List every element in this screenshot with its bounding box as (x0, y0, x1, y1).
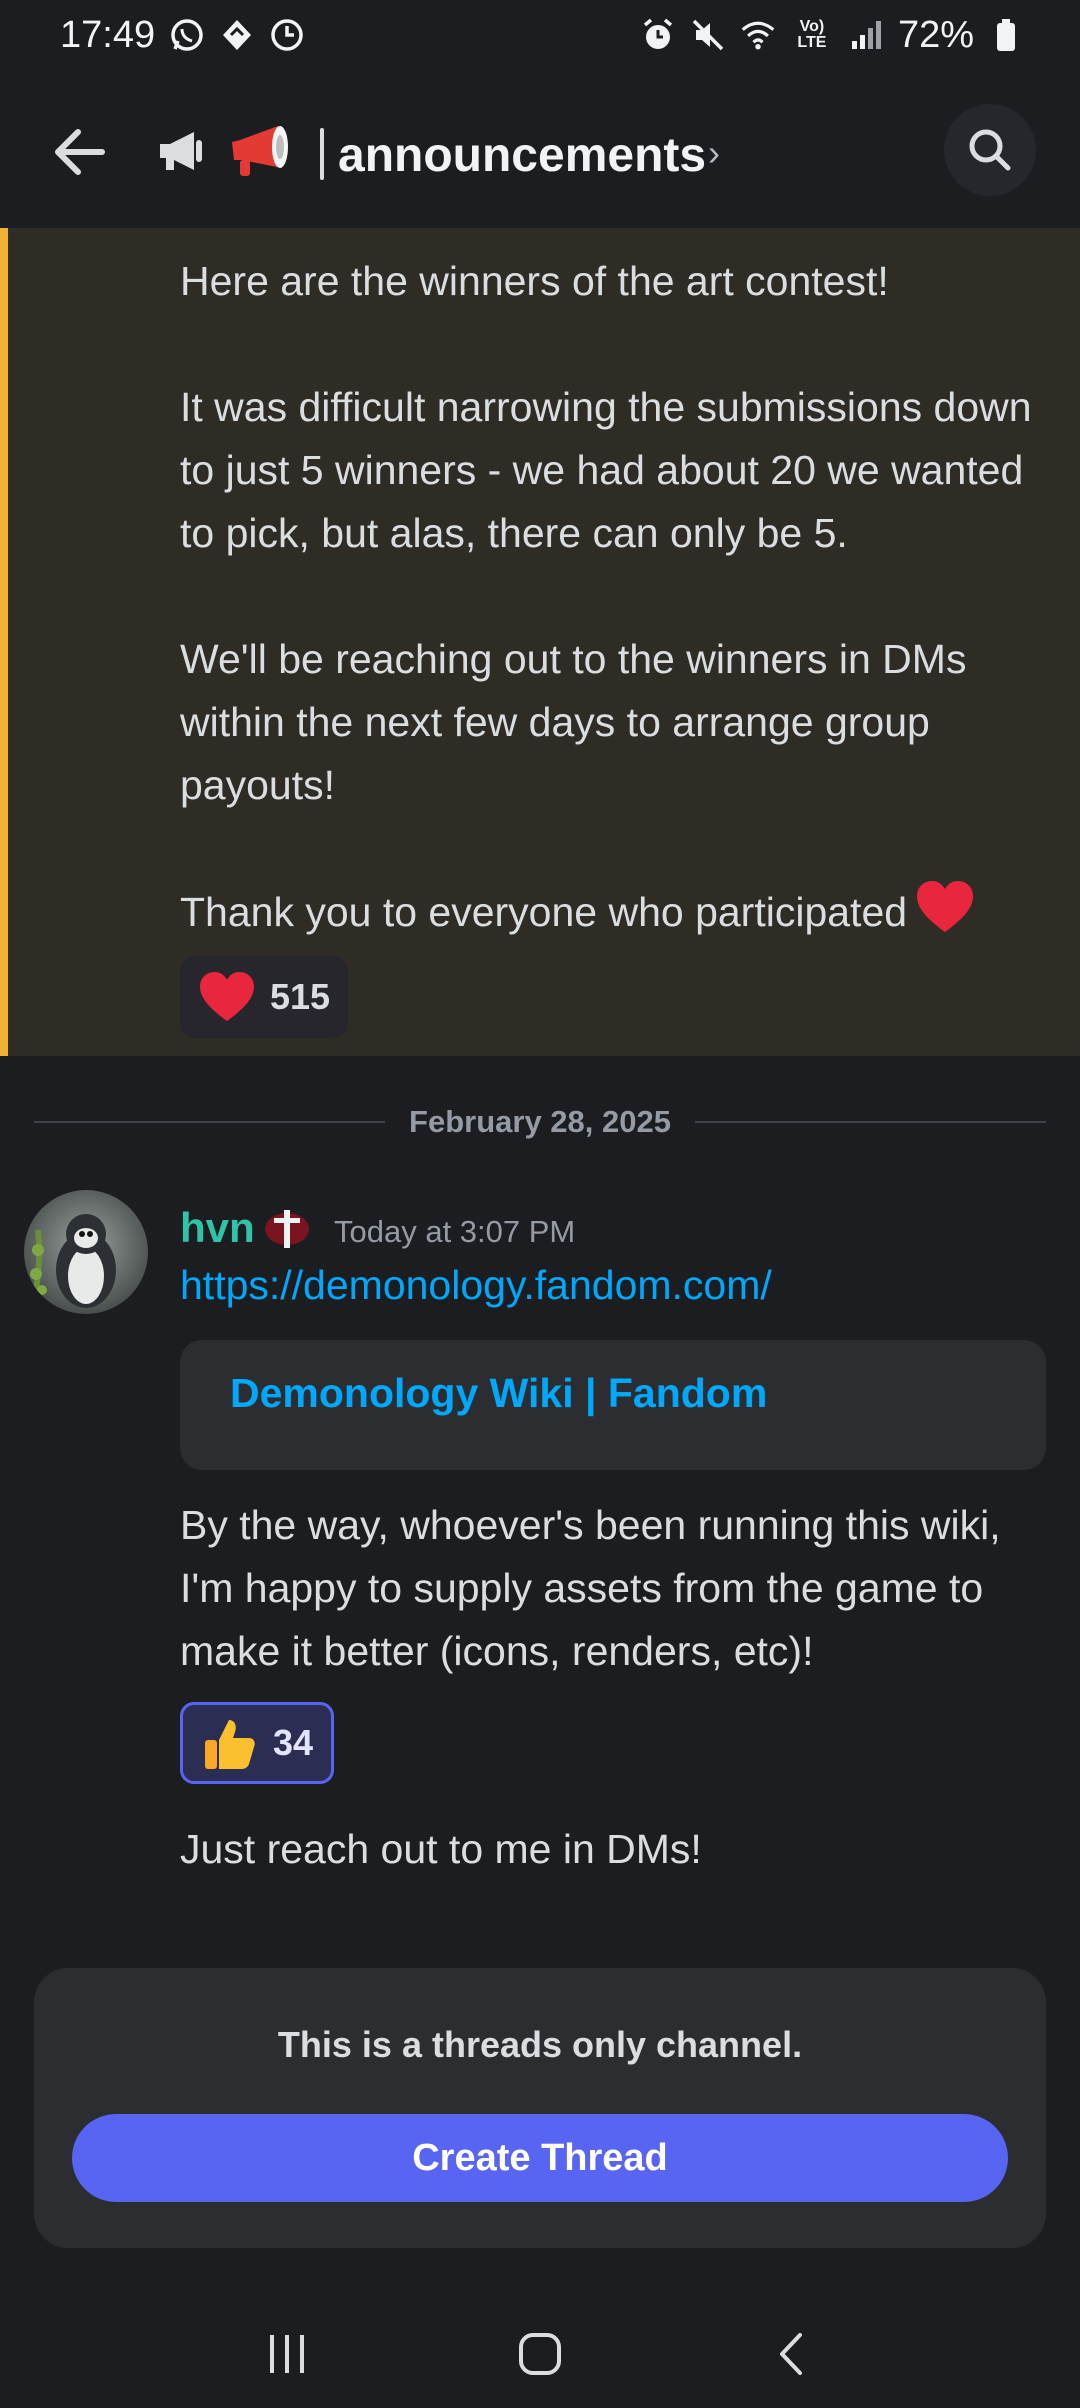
announcement-body: Here are the winners of the art contest!… (180, 258, 1032, 935)
announcement-text: Here are the winners of the art contest!… (180, 250, 1060, 952)
heart-icon (200, 971, 254, 1022)
wifi-icon (740, 17, 776, 53)
volte-icon: Vo) LTE (797, 18, 827, 51)
status-bar-right: Vo) LTE 72% (640, 14, 1024, 57)
mute-icon (690, 17, 726, 53)
signal-icon (848, 17, 884, 53)
link-embed[interactable]: Demonology Wiki | Fandom (180, 1340, 1046, 1470)
back-arrow-icon[interactable] (48, 120, 112, 184)
whatsapp-icon (169, 17, 205, 53)
search-button[interactable] (944, 104, 1036, 196)
search-icon (969, 129, 1011, 171)
chevron-right-icon[interactable]: › (708, 132, 720, 174)
megaphone-emoji-icon (228, 122, 292, 185)
reaction-count: 515 (270, 976, 331, 1017)
thumbs-up-reaction[interactable]: 34 (180, 1702, 335, 1784)
channel-icons (156, 122, 324, 185)
divider-date: February 28, 2025 (409, 1104, 671, 1139)
divider-line-left (34, 1121, 386, 1123)
channel-header: announcements › (0, 80, 1080, 220)
recent-apps-icon (269, 2335, 304, 2373)
message-link[interactable]: https://demonology.fandom.com/ (180, 1262, 772, 1309)
message-timestamp: Today at 3:07 PM (334, 1214, 576, 1249)
highlighted-message[interactable]: Here are the winners of the art contest!… (0, 228, 1080, 1056)
cross-badge-icon (262, 1204, 312, 1259)
status-bar-left: 17:49 (60, 14, 305, 57)
status-time: 17:49 (60, 13, 156, 56)
threads-only-panel: This is a threads only channel. Create T… (34, 1968, 1046, 2248)
diamond-app-icon (219, 17, 255, 53)
home-button[interactable] (500, 2314, 580, 2394)
date-divider: February 28, 2025 (34, 1102, 1047, 1142)
back-button[interactable] (753, 2314, 833, 2394)
message-text-followup: Just reach out to me in DMs! (180, 1826, 702, 1872)
heart-reaction[interactable]: 515 (180, 956, 349, 1038)
embed-title[interactable]: Demonology Wiki | Fandom (230, 1370, 767, 1417)
clock-icon (269, 17, 305, 53)
avatar[interactable] (24, 1190, 148, 1314)
alarm-icon (640, 17, 676, 53)
status-bar: 17:49 Vo) LTE 72% (0, 0, 1080, 70)
recent-apps-button[interactable] (247, 2314, 327, 2394)
back-icon (780, 2333, 803, 2375)
heart-emoji-icon (915, 880, 975, 952)
divider-line-right (694, 1121, 1047, 1123)
channel-name[interactable]: announcements (338, 128, 706, 183)
create-thread-button[interactable]: Create Thread (72, 2114, 1008, 2202)
battery-percent: 72% (897, 13, 974, 56)
announcement-channel-icon (156, 126, 206, 181)
thumbs-up-icon (205, 1720, 255, 1769)
threads-only-note: This is a threads only channel. (277, 2024, 803, 2065)
system-nav-bar (0, 2300, 1080, 2408)
message-text: By the way, whoever's been running this … (180, 1502, 1001, 1674)
reaction-count: 34 (273, 1722, 314, 1763)
username[interactable]: hvn (180, 1204, 255, 1252)
channel-separator (320, 127, 324, 180)
battery-icon (988, 17, 1024, 53)
home-icon (518, 2333, 561, 2375)
